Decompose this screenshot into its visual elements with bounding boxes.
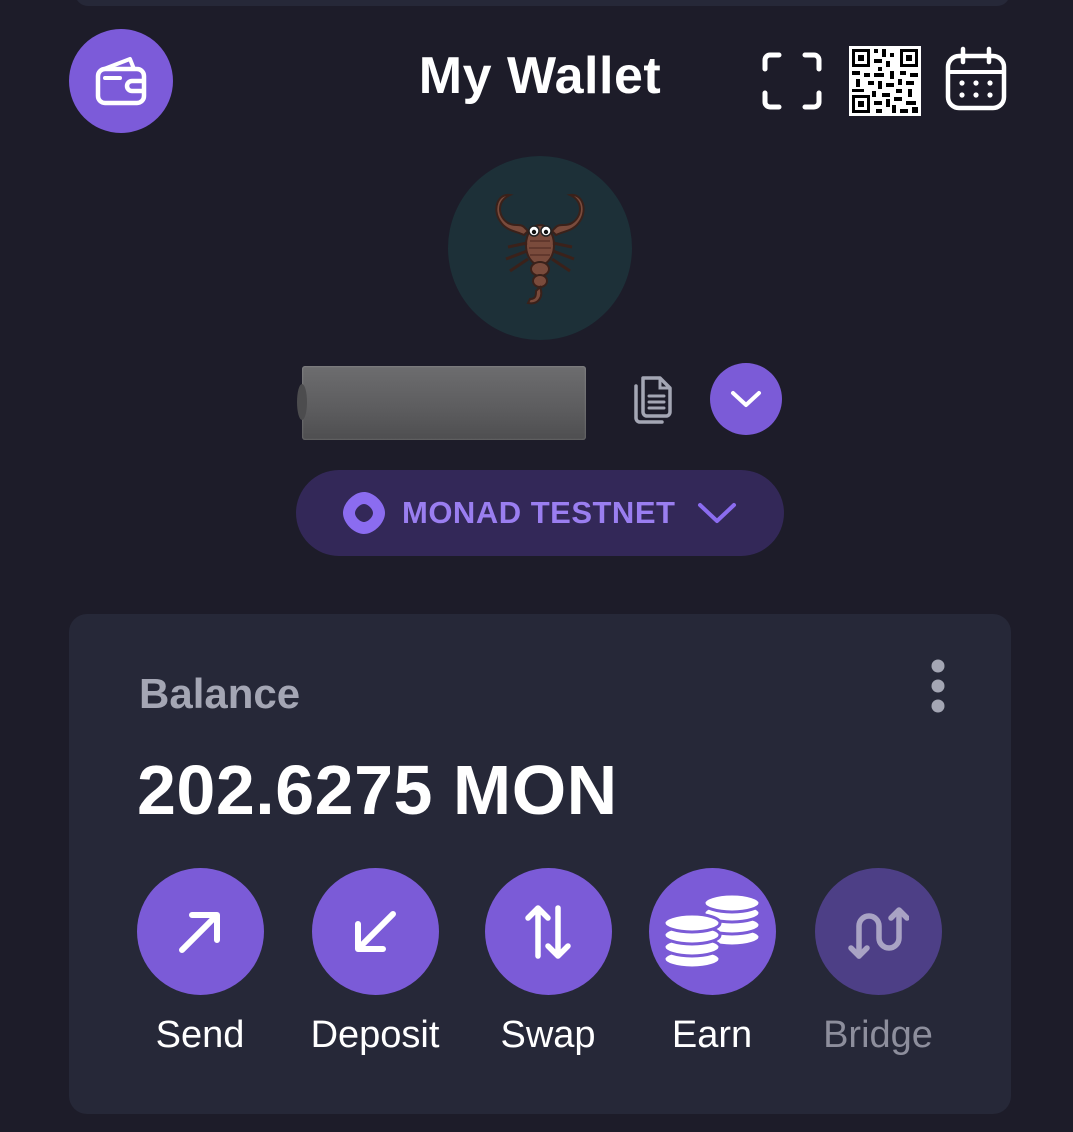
bridge-circle	[814, 868, 942, 995]
qr-code-icon	[849, 46, 921, 116]
page-title: My Wallet	[418, 47, 662, 105]
network-name: MONAD TESTNET	[402, 495, 676, 530]
calendar-button[interactable]	[944, 46, 1008, 112]
send-circle[interactable]	[136, 868, 264, 995]
wallet-icon	[95, 57, 147, 106]
earn-circle[interactable]	[648, 868, 776, 995]
wallet-address-redacted	[297, 366, 586, 440]
arrow-up-right-icon	[179, 911, 220, 953]
deposit-button[interactable]: Deposit	[300, 868, 450, 1057]
copy-icon[interactable]	[630, 374, 674, 426]
account-menu-button[interactable]	[710, 363, 782, 435]
more-options-icon[interactable]	[927, 658, 949, 714]
balance-amount: 202.6275 MON	[137, 751, 618, 829]
chevron-down-icon	[731, 391, 761, 407]
earn-button[interactable]: Earn	[637, 868, 787, 1057]
network-selector[interactable]: MONAD TESTNET	[296, 470, 784, 556]
swap-button[interactable]: Swap	[473, 868, 623, 1057]
balance-card: Balance 202.6275 MON Send Deposit Swap E…	[69, 614, 1011, 1114]
bridge-button: Bridge	[803, 868, 953, 1057]
deposit-circle[interactable]	[311, 868, 439, 995]
send-button[interactable]: Send	[125, 868, 275, 1057]
balance-label: Balance	[139, 670, 301, 717]
chevron-down-icon	[698, 503, 737, 523]
scorpion-emoji	[495, 193, 585, 305]
bridge-icon	[848, 906, 909, 959]
scan-icon	[762, 52, 822, 110]
coins-stack-icon	[662, 892, 762, 969]
calendar-icon	[945, 46, 1007, 111]
qr-code-button[interactable]	[849, 46, 921, 116]
bridge-label: Bridge	[823, 1014, 933, 1056]
earn-label: Earn	[671, 1014, 753, 1056]
wallet-button[interactable]	[69, 29, 173, 133]
scan-button[interactable]	[760, 50, 824, 112]
send-label: Send	[155, 1014, 245, 1056]
account-avatar[interactable]	[448, 156, 632, 340]
top-panel-edge	[75, 0, 1010, 6]
swap-circle[interactable]	[484, 868, 612, 995]
deposit-label: Deposit	[310, 1014, 440, 1056]
swap-vertical-icon	[525, 904, 571, 959]
swap-label: Swap	[500, 1014, 596, 1056]
arrow-down-left-icon	[355, 910, 396, 952]
monad-logo-icon	[343, 492, 385, 534]
